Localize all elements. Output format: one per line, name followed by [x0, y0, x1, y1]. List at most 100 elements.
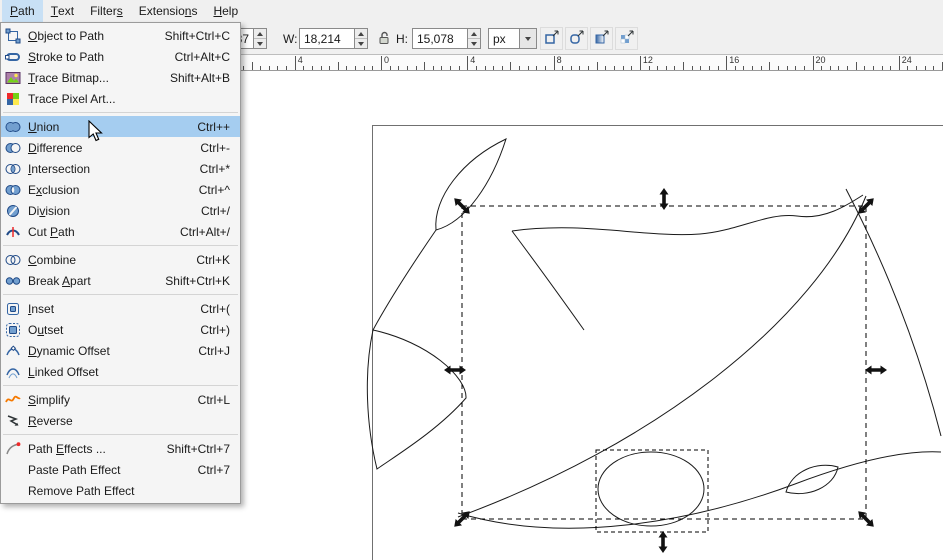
menu-item-shortcut: Shift+Alt+B [169, 70, 230, 85]
menu-item-label: Outset [28, 322, 64, 337]
menu-item-trace-bitmap[interactable]: Trace Bitmap... Shift+Alt+B [1, 67, 240, 88]
menu-item-break-apart[interactable]: Break Apart Shift+Ctrl+K [1, 270, 240, 291]
ruler-minor-tick [355, 66, 357, 70]
ruler-minor-tick [277, 66, 279, 70]
menu-item-label: Dynamic Offset [28, 343, 110, 358]
menu-item-reverse[interactable]: Reverse [1, 410, 240, 431]
menubar-item-help[interactable]: Help [205, 0, 246, 22]
path-effects-icon [4, 441, 22, 457]
menu-item-cut-path[interactable]: Cut Path Ctrl+Alt+/ [1, 221, 240, 242]
ruler-minor-tick [743, 66, 745, 70]
unit-dropdown-button[interactable] [520, 28, 537, 49]
ruler-minor-tick [242, 66, 244, 70]
menu-item-trace-pixel-art[interactable]: Trace Pixel Art... [1, 88, 240, 109]
ruler-label: 4 [470, 55, 476, 65]
ruler-major-tick [812, 56, 814, 70]
spin-down-button[interactable] [468, 38, 480, 48]
exclusion-icon [4, 182, 22, 198]
ruler-minor-tick [372, 66, 374, 70]
ruler-minor-tick [821, 66, 823, 70]
menubar-item-extensions[interactable]: Extensio n s [131, 0, 206, 22]
ruler-minor-tick [424, 62, 426, 70]
height-spin-buttons [468, 28, 481, 49]
spin-up-button[interactable] [254, 29, 266, 38]
menu-item-label: Path Effects ... [28, 441, 106, 456]
menu-item-linked-offset[interactable]: Linked Offset [1, 361, 240, 382]
menubar-item-filters[interactable]: Filter s [82, 0, 131, 22]
ruler-minor-tick [501, 66, 503, 70]
ruler-minor-tick [311, 66, 313, 70]
ruler-minor-tick [458, 66, 460, 70]
menu-item-division[interactable]: Division Ctrl+/ [1, 200, 240, 221]
menu-item-label: Exclusion [28, 182, 80, 197]
height-field[interactable]: 15,078 [412, 28, 468, 49]
ruler-minor-tick [933, 66, 935, 70]
scale-stroke-toggle-button[interactable] [540, 27, 563, 50]
ruler-major-tick [898, 56, 900, 70]
spin-up-button[interactable] [468, 29, 480, 38]
ruler-minor-tick [596, 62, 598, 70]
ruler-minor-tick [881, 66, 883, 70]
menu-item-label: Stroke to Path [28, 49, 105, 64]
menu-item-label: Inset [28, 301, 55, 316]
menu-item-inset[interactable]: Inset Ctrl+( [1, 298, 240, 319]
ruler-minor-tick [864, 66, 866, 70]
width-field[interactable]: 18,214 [299, 28, 355, 49]
menu-item-shortcut: Shift+Ctrl+K [165, 273, 230, 288]
ruler-minor-tick [829, 66, 831, 70]
ruler-minor-tick [303, 66, 305, 70]
ruler-minor-tick [760, 66, 762, 70]
menu-item-combine[interactable]: Combine Ctrl+K [1, 249, 240, 270]
menu-item-dynamic-offset[interactable]: Dynamic Offset Ctrl+J [1, 340, 240, 361]
ruler-label: 8 [556, 55, 562, 65]
down-arrow-icon [471, 41, 477, 46]
unit-value-field[interactable]: px [488, 28, 520, 49]
ruler-minor-tick [622, 66, 624, 70]
move-gradients-toggle-button[interactable] [590, 27, 613, 50]
menu-item-simplify[interactable]: Simplify Ctrl+L [1, 389, 240, 410]
unit-value: px [493, 31, 506, 46]
lock-ratio-icon[interactable] [376, 30, 392, 46]
move-gradients-icon [594, 29, 610, 48]
ruler-label: 16 [729, 55, 740, 65]
ruler-minor-tick [657, 66, 659, 70]
menu-item-outset[interactable]: Outset Ctrl+) [1, 319, 240, 340]
menu-item-exclusion[interactable]: Exclusion Ctrl+^ [1, 179, 240, 200]
ruler-minor-tick [493, 66, 495, 70]
ruler-minor-tick [717, 66, 719, 70]
ruler-minor-tick [406, 66, 408, 70]
menubar-item-text[interactable]: Text [43, 0, 82, 22]
menubar-item-path[interactable]: Path [2, 0, 43, 22]
menu-item-paste-path-effect[interactable]: Paste Path Effect Ctrl+7 [1, 459, 240, 480]
menu-item-path-effects[interactable]: Path Effects ... Shift+Ctrl+7 [1, 438, 240, 459]
ruler-minor-tick [683, 62, 685, 70]
ruler-minor-tick [614, 66, 615, 70]
menu-item-difference[interactable]: Difference Ctrl+- [1, 137, 240, 158]
move-patterns-toggle-button[interactable] [615, 27, 638, 50]
menu-item-stroke-to-path[interactable]: Stroke to Path Ctrl+Alt+C [1, 46, 240, 67]
menu-item-label: Reverse [28, 413, 73, 428]
ruler-major-tick [726, 56, 728, 70]
menu-item-intersection[interactable]: Intersection Ctrl+* [1, 158, 240, 179]
scale-corners-toggle-button[interactable] [565, 27, 588, 50]
menu-item-shortcut: Ctrl+- [200, 140, 230, 155]
ruler-minor-tick [415, 66, 417, 70]
ruler-minor-tick [519, 66, 521, 70]
spin-down-button[interactable] [254, 38, 266, 48]
spin-down-button[interactable] [355, 38, 367, 48]
simplify-icon [4, 392, 22, 408]
menu-item-object-to-path[interactable]: Object to Path Shift+Ctrl+C [1, 25, 240, 46]
difference-icon [4, 140, 22, 156]
ruler-minor-tick [346, 66, 348, 70]
ruler-minor-tick [803, 66, 805, 70]
menu-item-union[interactable]: Union Ctrl++ [1, 116, 240, 137]
linked-offset-icon [4, 364, 22, 380]
down-arrow-icon [257, 41, 263, 46]
menu-item-label: Simplify [28, 392, 71, 407]
menu-item-shortcut: Ctrl+K [196, 252, 230, 267]
spin-up-button[interactable] [355, 29, 367, 38]
ruler-minor-tick [890, 66, 892, 70]
menu-item-remove-path-effect[interactable]: Remove Path Effect [1, 480, 240, 501]
path-menu: Object to Path Shift+Ctrl+C Stroke to Path… [0, 22, 241, 504]
menu-item-shortcut: Ctrl+^ [198, 182, 230, 197]
